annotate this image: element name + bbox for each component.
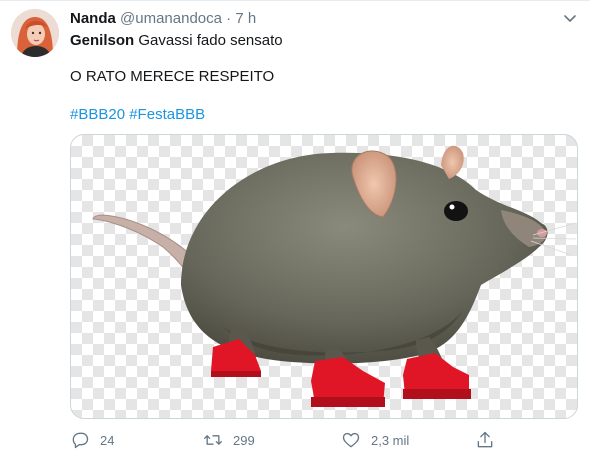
avatar[interactable] (11, 9, 59, 57)
red-shoe-front-right (403, 353, 471, 399)
separator-dot: · (226, 10, 232, 27)
tweet-text: O RATO MERECE RESPEITO (70, 68, 275, 85)
action-bar: 24 299 2,3 mil (70, 428, 578, 452)
rat-illustration (92, 145, 577, 407)
red-shoe-back (311, 357, 385, 407)
reply-count: 24 (100, 432, 115, 448)
hashtag-list: #BBB20 #FestaBBB (70, 105, 205, 125)
retweet-count: 299 (233, 432, 255, 448)
heart-icon (342, 432, 360, 448)
reply-to-name: Genilson (70, 32, 135, 49)
share-icon (477, 431, 493, 448)
quoted-line: Genilson Gavassi fado sensato (70, 31, 283, 51)
top-divider (0, 0, 590, 1)
author-handle[interactable]: @umanandoca (120, 10, 222, 27)
hashtag-festabbb[interactable]: #FestaBBB (129, 106, 205, 123)
like-button[interactable]: 2,3 mil (341, 428, 409, 452)
tweet-card[interactable]: Nanda @umanandoca · 7 h Genilson Gavassi… (0, 0, 590, 462)
reply-button[interactable]: 24 (70, 428, 114, 452)
tweet-header: Nanda @umanandoca · 7 h (70, 9, 256, 29)
retweet-button[interactable]: 299 (203, 428, 255, 452)
chevron-down-icon[interactable] (562, 10, 578, 26)
reply-icon (72, 432, 89, 449)
author-name[interactable]: Nanda (70, 10, 116, 27)
share-button[interactable] (475, 428, 495, 452)
reply-to-text: Gavassi fado sensato (138, 32, 283, 49)
tweet-image[interactable] (70, 134, 578, 419)
hashtag-bbb20[interactable]: #BBB20 (70, 106, 125, 123)
retweet-icon (204, 435, 222, 445)
tweet-timestamp[interactable]: 7 h (235, 10, 256, 27)
like-count: 2,3 mil (371, 432, 410, 448)
